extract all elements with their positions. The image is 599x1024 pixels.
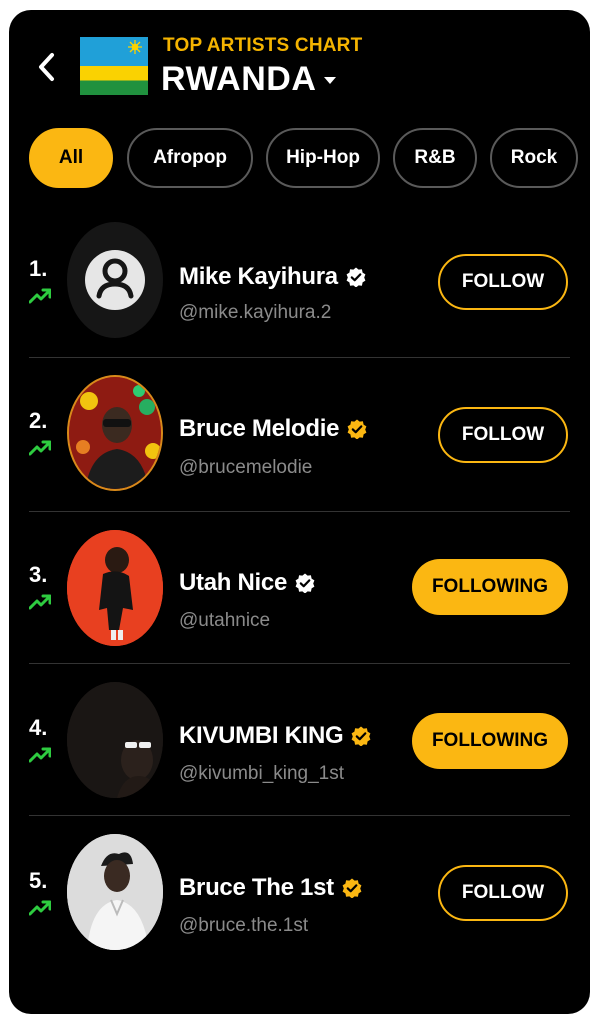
following-button[interactable]: FOLLOWING bbox=[412, 559, 568, 615]
country-selector[interactable]: RWANDA bbox=[161, 60, 337, 99]
row-divider bbox=[29, 663, 570, 664]
genre-label: Hip-Hop bbox=[286, 147, 360, 168]
rank-number: 1. bbox=[29, 256, 48, 281]
avatar bbox=[67, 682, 163, 798]
country-name: RWANDA bbox=[161, 60, 317, 98]
artist-handle: @bruce.the.1st bbox=[179, 915, 309, 936]
verified-badge-icon bbox=[352, 726, 371, 746]
verified-badge-icon bbox=[346, 267, 366, 287]
avatar bbox=[67, 375, 163, 491]
caret-down-icon bbox=[324, 76, 337, 84]
artist-name[interactable]: Utah Nice bbox=[179, 569, 287, 597]
artist-row[interactable]: 1. Mike Kayihura @mike.kayihura.2 FOLLOW bbox=[9, 222, 590, 374]
rwanda-flag bbox=[80, 37, 148, 95]
genre-filter: All Afropop Hip-Hop R&B Rock bbox=[29, 128, 590, 192]
genre-label: Rock bbox=[510, 147, 558, 168]
follow-button[interactable]: FOLLOW bbox=[438, 865, 568, 921]
verified-badge-icon bbox=[295, 573, 315, 593]
rank-number: 3. bbox=[29, 562, 48, 587]
artist-row[interactable]: 4. KIVUMBI KING @kivumbi_king_1st FOLLOW… bbox=[9, 680, 590, 832]
artist-name-line: Mike Kayihura bbox=[179, 263, 366, 291]
artist-name-line: Utah Nice bbox=[179, 569, 315, 597]
row-divider bbox=[29, 815, 570, 816]
artist-handle: @utahnice bbox=[179, 610, 271, 631]
artist-name-line: Bruce Melodie bbox=[179, 415, 367, 443]
row-divider bbox=[29, 511, 570, 512]
artist-name[interactable]: Bruce Melodie bbox=[179, 415, 339, 443]
follow-button[interactable]: FOLLOW bbox=[438, 254, 568, 310]
artist-handle: @mike.kayihura.2 bbox=[179, 302, 332, 323]
row-divider bbox=[29, 357, 570, 358]
artist-row[interactable]: 3. Utah Nice @utahnice FOLLOWING bbox=[9, 528, 590, 680]
artist-name-line: Bruce The 1st bbox=[179, 874, 362, 902]
rank-number: 5. bbox=[29, 868, 48, 893]
genre-chip-afropop[interactable]: Afropop bbox=[127, 128, 253, 188]
trending-up-icon bbox=[29, 900, 51, 916]
genre-label: All bbox=[58, 147, 84, 168]
trending-up-icon bbox=[29, 440, 51, 456]
chart-screen: TOP ARTISTS CHART RWANDA All Afropop Hip… bbox=[9, 10, 590, 1014]
genre-label: Afropop bbox=[153, 147, 227, 168]
artist-name[interactable]: KIVUMBI KING bbox=[179, 722, 344, 750]
genre-chip-all[interactable]: All bbox=[29, 128, 113, 188]
following-button[interactable]: FOLLOWING bbox=[412, 713, 568, 769]
rank-number: 2. bbox=[29, 408, 48, 433]
avatar bbox=[67, 834, 163, 950]
artist-name[interactable]: Mike Kayihura bbox=[179, 263, 338, 291]
follow-button[interactable]: FOLLOW bbox=[438, 407, 568, 463]
artist-name[interactable]: Bruce The 1st bbox=[179, 874, 334, 902]
verified-badge-icon bbox=[347, 419, 367, 439]
artist-handle: @brucemelodie bbox=[179, 457, 313, 478]
genre-chip-rock[interactable]: Rock bbox=[490, 128, 578, 188]
trending-up-icon bbox=[29, 288, 51, 304]
trending-up-icon bbox=[29, 747, 51, 763]
back-button[interactable] bbox=[31, 50, 61, 84]
avatar bbox=[67, 530, 163, 646]
genre-chip-rnb[interactable]: R&B bbox=[393, 128, 477, 188]
verified-badge-icon bbox=[342, 878, 362, 898]
artist-row[interactable]: 2. Bruce Melodie @brucemelodie FOLLOW bbox=[9, 374, 590, 526]
rank-number: 4. bbox=[29, 715, 48, 740]
header: TOP ARTISTS CHART RWANDA bbox=[9, 10, 590, 120]
genre-label: R&B bbox=[414, 147, 456, 168]
chart-kicker: TOP ARTISTS CHART bbox=[163, 35, 363, 56]
artist-name-line: KIVUMBI KING bbox=[179, 722, 371, 750]
chevron-left-icon bbox=[39, 53, 54, 81]
trending-up-icon bbox=[29, 594, 51, 610]
artist-row[interactable]: 5. Bruce The 1st @bruce.the.1st FOLLOW bbox=[9, 832, 590, 984]
genre-chip-hiphop[interactable]: Hip-Hop bbox=[266, 128, 380, 188]
avatar bbox=[67, 222, 163, 338]
artist-handle: @kivumbi_king_1st bbox=[179, 763, 345, 784]
